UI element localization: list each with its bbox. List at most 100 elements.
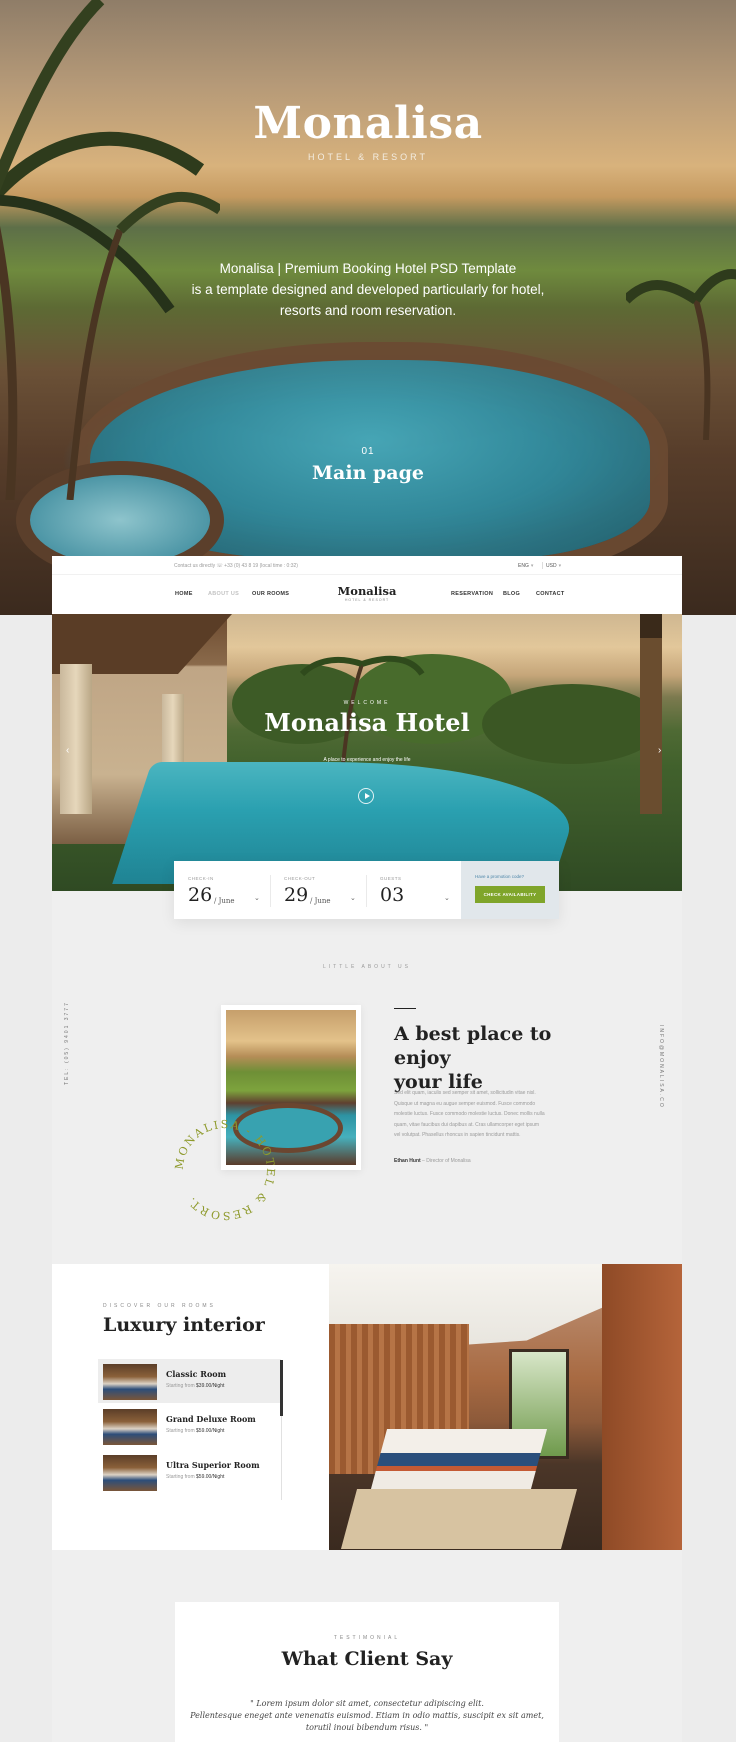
chevron-down-icon: ⌄ [254,895,260,902]
hero-section: Monalisa HOTEL & RESORT Monalisa | Premi… [0,0,736,615]
room-name: Classic Room [166,1369,227,1379]
hero-description-line: resorts and room reservation. [279,303,457,318]
testimonial-card: TESTIMONIAL What Client Say " Lorem ipsu… [175,1602,559,1742]
page-name: Main page [312,462,424,484]
arrow-right-icon[interactable]: › [658,746,668,756]
arrow-left-icon[interactable]: ‹ [66,746,76,756]
guests-field[interactable]: GUESTS 03 ⌄ [366,861,461,919]
nav-blog[interactable]: BLOG [503,591,520,597]
chevron-down-icon: ▾ [558,563,562,569]
promo-code-link[interactable]: Have a promotion code? [475,874,524,879]
checkout-month: / June [310,897,331,905]
chevron-down-icon: ⌄ [444,895,450,902]
hero-slider: ‹ › WELCOME Monalisa Hotel A place to ex… [52,614,682,891]
room-rug-image [340,1489,578,1549]
checkin-month: / June [214,897,235,905]
brand-subtitle: HOTEL & RESORT [307,152,429,162]
currency-select[interactable]: USD ▾ [546,563,561,569]
guests-label: GUESTS [380,876,402,881]
brand-title: Monalisa [253,98,483,149]
room-item-classic[interactable]: Classic Room Starting from $39.00/Night [98,1359,281,1403]
about-heading: A best place to enjoy your life [394,1022,594,1094]
page-number: 01 [361,446,375,457]
room-thumbnail [103,1364,157,1400]
testimonial-quote-line: " Lorem ipsum dolor sit amet, consectetu… [250,1699,484,1708]
price-prefix: Starting from [166,1383,197,1389]
check-availability-button[interactable]: CHECK AVAILABILITY [475,886,545,903]
site-header: Contact us directly ☏ +33 (0) 43 8 19 (l… [52,556,682,614]
about-body-line: molestie luctus. Fusce commodo molestie … [394,1111,545,1118]
price-value: $59.00/Night [196,1428,225,1434]
hero-description-line: Monalisa | Premium Booking Hotel PSD Tem… [219,261,517,276]
price-prefix: Starting from [166,1428,197,1434]
rooms-scrollbar-thumb[interactable] [280,1360,283,1416]
about-body-line: Quisque ut magna eu augue semper euismod… [394,1100,536,1107]
accent-divider [394,1008,416,1009]
divider [52,574,682,575]
room-thumbnail [103,1409,157,1445]
room-bed-image [370,1429,548,1489]
room-thumbnail [103,1455,157,1491]
stone-column-image [60,664,92,814]
checkin-day: 26 [188,884,213,906]
chevron-down-icon: ⌄ [350,895,356,902]
price-value: $39.00/Night [196,1383,225,1389]
circular-badge-text: MONALISA - HOTEL & RESORT. [173,1118,276,1222]
booking-form: CHECK-IN 26 / June ⌄ CHECK-OUT 29 / June… [174,861,559,919]
price-prefix: Starting from [166,1474,197,1480]
room-name: Ultra Superior Room [166,1460,260,1470]
side-email[interactable]: INFO@MONALISA.CO [658,1025,664,1109]
nav-reservation[interactable]: RESERVATION [451,591,493,597]
room-price: Starting from $39.00/Night [166,1383,224,1389]
divider [542,562,543,569]
about-section-label: LITTLE ABOUT US [323,964,411,970]
signature-role: – Director of Monalisa [420,1158,471,1164]
room-name: Grand Deluxe Room [166,1414,256,1424]
promo-panel: Have a promotion code? CHECK AVAILABILIT… [461,861,559,919]
price-value: $59.00/Night [196,1474,225,1480]
currency-label: USD [546,563,557,569]
checkin-label: CHECK-IN [188,876,214,881]
about-body-line: Sed elit quam, iaculis sed semper sit am… [394,1090,536,1096]
play-video-button[interactable] [358,788,374,804]
checkout-label: CHECK-OUT [284,876,316,881]
about-signature: Ethan Hunt – Director of Monalisa [394,1158,471,1164]
nav-logo[interactable]: Monalisa [52,584,682,598]
testimonial-title: What Client Say [281,1648,453,1670]
side-phone: TEL: (05) 9401 3777 [64,1001,70,1085]
checkout-day: 29 [284,884,309,906]
room-price: Starting from $59.00/Night [166,1474,224,1480]
slider-welcome: WELCOME [343,700,391,706]
checkout-field[interactable]: CHECK-OUT 29 / June ⌄ [270,861,366,919]
svg-text:MONALISA - HOTEL & RESORT.: MONALISA - HOTEL & RESORT. [173,1118,278,1222]
contact-info: Contact us directly ☏ +33 (0) 43 8 19 (l… [174,563,298,569]
slider-title: Monalisa Hotel [264,708,470,737]
testimonial-quote: " Lorem ipsum dolor sit amet, consectetu… [175,1698,559,1734]
nav-logo-subtitle: HOTEL & RESORT [344,598,390,602]
signature-name: Ethan Hunt [394,1158,421,1164]
circular-badge: MONALISA - HOTEL & RESORT. [173,1118,278,1222]
room-photo [329,1264,682,1550]
room-item-grand-deluxe[interactable]: Grand Deluxe Room Starting from $59.00/N… [98,1404,281,1448]
rooms-section-label: DISCOVER OUR ROOMS [103,1303,216,1309]
testimonial-label: TESTIMONIAL [333,1635,401,1641]
chevron-down-icon: ▾ [530,563,534,569]
hero-description: Monalisa | Premium Booking Hotel PSD Tem… [0,258,736,321]
slider-subtitle: A place to experience and enjoy the life [323,757,411,763]
room-wall-panel-image [602,1264,682,1550]
room-price: Starting from $59.00/Night [166,1428,224,1434]
testimonial-quote-line: torutil inoui bibendum risus. " [305,1723,429,1732]
about-heading-line: A best place to enjoy [394,1023,552,1069]
about-body-line: quam, vitae faucibus dui dapibus at. Cra… [394,1121,540,1128]
checkin-field[interactable]: CHECK-IN 26 / June ⌄ [174,861,270,919]
palm-tree-image [0,0,220,500]
nav-contact[interactable]: CONTACT [536,591,565,597]
language-select[interactable]: ENG ▾ [518,563,533,569]
room-item-ultra-superior[interactable]: Ultra Superior Room Starting from $59.00… [98,1450,281,1494]
guests-value: 03 [380,884,405,906]
rooms-title: Luxury interior [103,1314,265,1336]
about-body: Sed elit quam, iaculis sed semper sit am… [394,1088,564,1141]
language-label: ENG [518,563,529,569]
about-body-line: vel volutpat. Phasellus rhoncus in sapie… [394,1132,521,1139]
testimonial-quote-line: Pellentesque eneget ante venenatis euism… [190,1711,544,1720]
